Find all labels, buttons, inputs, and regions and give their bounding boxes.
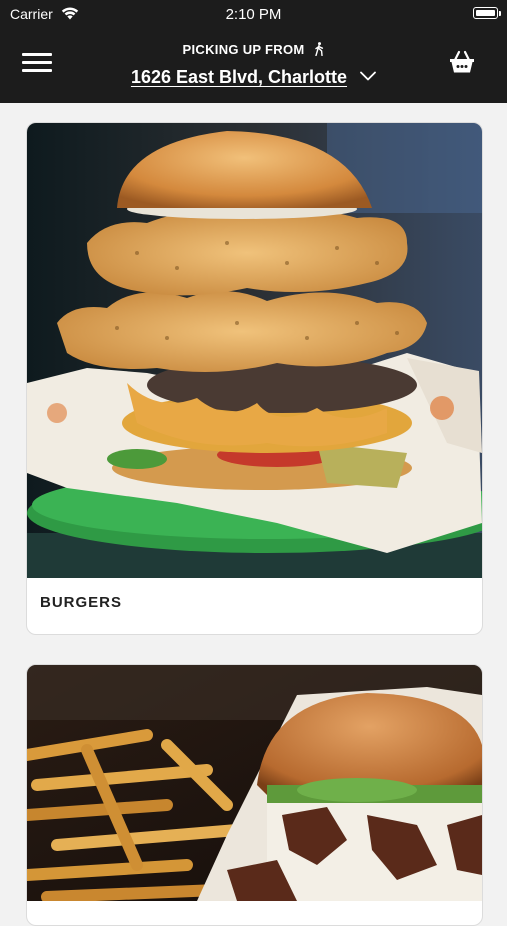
pickup-address: 1626 East Blvd, Charlotte	[130, 67, 348, 87]
category-card-2[interactable]	[26, 664, 483, 926]
burgers-image	[27, 123, 482, 578]
walking-person-icon	[315, 42, 324, 56]
chevron-down-icon	[360, 71, 376, 81]
category-card-burgers[interactable]: BURGERS	[26, 122, 483, 635]
bacon-burger-fries-image	[27, 665, 482, 901]
battery-icon	[473, 7, 498, 19]
location-selector[interactable]: 1626 East Blvd, Charlotte	[0, 67, 507, 88]
status-bar: Carrier 2:10 PM	[0, 0, 507, 28]
menu-icon-bar	[22, 61, 52, 64]
pickup-label-text: PICKING UP FROM	[182, 42, 305, 57]
battery-tip	[499, 11, 501, 16]
app-header: Carrier 2:10 PM PICKING UP FROM 1626 Eas…	[0, 0, 507, 103]
clock: 2:10 PM	[225, 6, 282, 23]
basket-icon[interactable]	[449, 49, 475, 75]
category-title: BURGERS	[40, 594, 123, 611]
pickup-label: PICKING UP FROM	[0, 42, 507, 57]
